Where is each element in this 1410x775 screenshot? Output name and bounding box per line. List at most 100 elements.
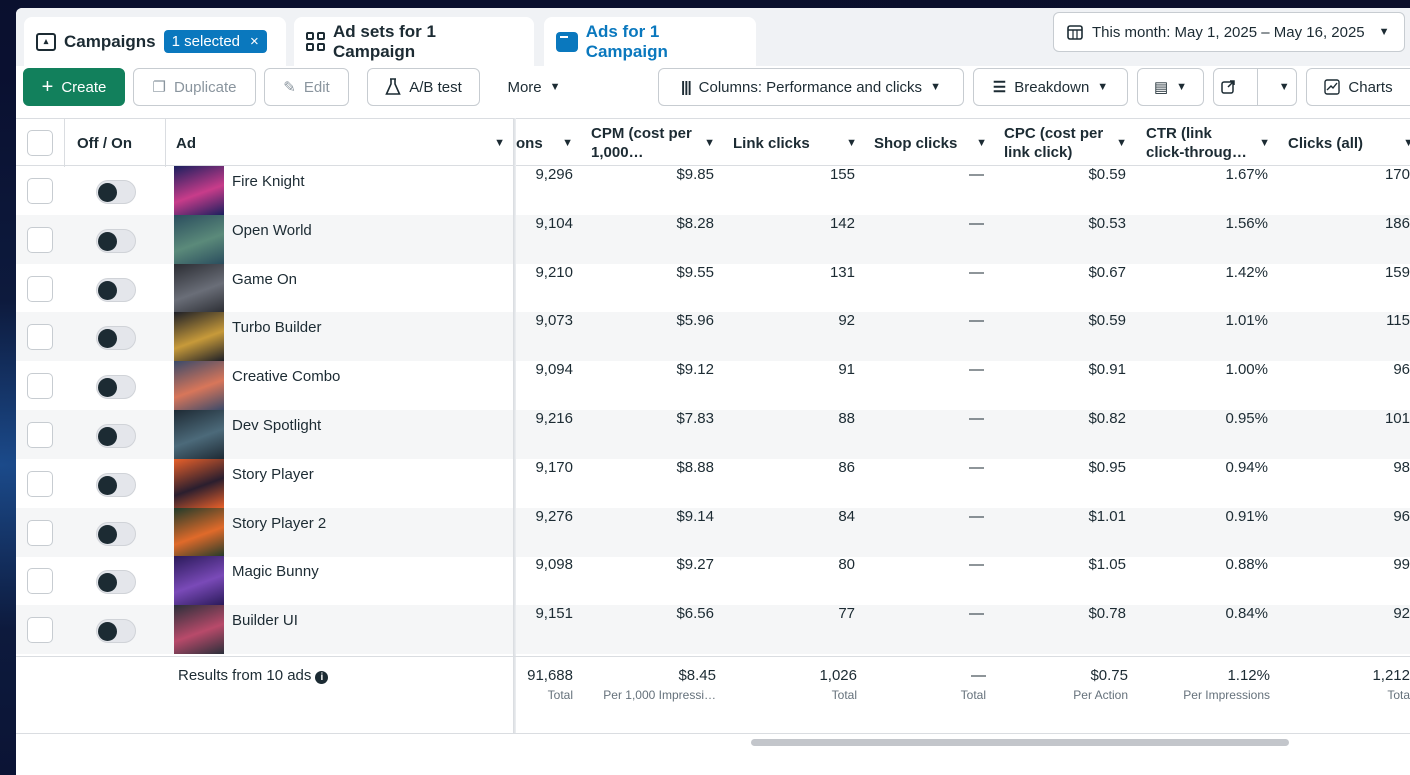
ad-thumbnail[interactable]: [174, 605, 224, 655]
scrollbar-thumb[interactable]: [751, 739, 1289, 746]
header-offon-label: Off / On: [77, 134, 132, 152]
cell-clicks-all: 101: [1384, 410, 1410, 427]
level-tabs-bar: ▴ Campaigns 1 selected × Ad sets for 1 C…: [16, 8, 1410, 66]
ad-name[interactable]: Story Player 2: [232, 515, 326, 532]
horizontal-scrollbar[interactable]: [16, 733, 1410, 775]
more-button[interactable]: More ▼: [492, 68, 576, 106]
ad-name[interactable]: Builder UI: [232, 612, 298, 629]
ad-thumbnail[interactable]: [174, 410, 224, 459]
cell-cpm: $8.28: [676, 214, 714, 232]
row-checkbox[interactable]: [27, 470, 53, 497]
frozen-column-divider: [513, 118, 516, 733]
ad-thumbnail[interactable]: [174, 507, 224, 557]
breakdown-button[interactable]: ☰ Breakdown ▼: [973, 68, 1128, 106]
columns-button[interactable]: ||| Columns: Performance and clicks ▼: [658, 68, 964, 106]
row-checkbox[interactable]: [27, 422, 53, 448]
cell-impressions: 9,276: [535, 507, 573, 525]
ad-thumbnail[interactable]: [174, 214, 224, 264]
row-checkbox[interactable]: [27, 324, 53, 351]
header-ad[interactable]: Ad ▼: [176, 119, 513, 167]
tab-adsets-label: Ad sets for 1 Campaign: [333, 21, 436, 61]
cell-clicks-all: 96: [1393, 361, 1410, 379]
cell-cpc: $0.59: [1088, 312, 1126, 330]
more-label: More: [507, 78, 542, 96]
ab-test-button[interactable]: A/B test: [367, 68, 480, 106]
ad-name[interactable]: Fire Knight: [232, 173, 305, 190]
ad-name[interactable]: Open World: [232, 222, 312, 239]
row-checkbox[interactable]: [27, 178, 53, 204]
date-range-picker[interactable]: This month: May 1, 2025 – May 16, 2025 ▼: [1053, 12, 1405, 52]
toggle-knob: [98, 622, 117, 642]
ad-name[interactable]: Magic Bunny: [232, 563, 319, 580]
reports-icon: ▤: [1153, 79, 1169, 96]
summary-label: Results from 10 ads i: [178, 667, 329, 684]
info-icon[interactable]: i: [315, 671, 329, 684]
row-checkbox[interactable]: [27, 568, 53, 595]
ad-thumbnail[interactable]: [174, 556, 224, 606]
ad-thumbnail[interactable]: [174, 361, 224, 411]
ad-name[interactable]: Game On: [232, 271, 297, 288]
ad-thumbnail[interactable]: [174, 263, 224, 313]
summary-link-clicks: 1,026: [819, 667, 857, 684]
duplicate-button[interactable]: ❐ Duplicate: [133, 68, 256, 106]
pencil-icon: ✎: [283, 79, 296, 96]
ad-thumbnail[interactable]: [174, 166, 224, 215]
tab-ads[interactable]: Ads for 1 Campaign: [544, 17, 756, 66]
header-offon[interactable]: Off / On: [77, 119, 167, 167]
create-button[interactable]: + Create: [23, 68, 125, 106]
cell-ctr: 1.67%: [1225, 166, 1268, 183]
row-checkbox[interactable]: [27, 226, 53, 253]
row-checkbox[interactable]: [27, 519, 53, 546]
ad-thumbnail[interactable]: [174, 312, 224, 362]
ad-toggle[interactable]: [96, 521, 136, 546]
ad-toggle[interactable]: [96, 180, 136, 204]
ad-thumbnail[interactable]: [174, 458, 224, 508]
cell-cpc: $0.67: [1088, 263, 1126, 281]
selected-badge[interactable]: 1 selected ×: [163, 30, 267, 53]
ad-toggle[interactable]: [96, 619, 136, 644]
summary-clicks-all-sub: Tota: [1387, 688, 1410, 702]
ad-toggle[interactable]: [96, 570, 136, 595]
flask-icon: [385, 78, 401, 95]
cell-link-clicks: 142: [829, 214, 855, 232]
cell-link-clicks: 86: [838, 458, 855, 476]
close-icon[interactable]: ×: [250, 33, 259, 50]
tab-campaigns[interactable]: ▴ Campaigns 1 selected ×: [24, 17, 286, 66]
tab-ads-label: Ads for 1 Campaign: [585, 21, 668, 61]
chart-icon: [1324, 79, 1341, 95]
selected-badge-label: 1 selected: [171, 33, 241, 50]
cell-link-clicks: 88: [838, 410, 855, 427]
charts-button[interactable]: Charts: [1306, 68, 1410, 106]
cell-link-clicks: 91: [838, 361, 855, 379]
table-row[interactable]: Builder UI 9,151 $6.56 77 — $0.78 0.84% 92: [16, 605, 1410, 655]
breakdown-label: Breakdown: [1014, 78, 1090, 96]
cell-ctr: 0.88%: [1225, 556, 1268, 574]
ad-toggle[interactable]: [96, 424, 136, 448]
cell-cpc: $1.05: [1088, 556, 1126, 574]
ad-toggle[interactable]: [96, 472, 136, 497]
reports-button[interactable]: ▤ ▼: [1137, 68, 1204, 106]
tab-adsets[interactable]: Ad sets for 1 Campaign: [294, 17, 534, 66]
ad-name[interactable]: Creative Combo: [232, 368, 340, 385]
cell-link-clicks: 84: [838, 507, 855, 525]
duplicate-label: Duplicate: [173, 78, 237, 96]
ad-name[interactable]: Dev Spotlight: [232, 417, 321, 434]
row-checkbox[interactable]: [27, 275, 53, 302]
ad-toggle[interactable]: [96, 228, 136, 253]
folder-icon: ▴: [36, 32, 56, 51]
row-checkbox[interactable]: [27, 373, 53, 400]
select-all-checkbox[interactable]: [27, 130, 53, 156]
cell-cpc: $0.95: [1088, 458, 1126, 476]
toggle-knob: [98, 280, 117, 300]
cell-impressions: 9,151: [535, 605, 573, 623]
summary-shop-clicks-sub: Total: [960, 688, 986, 702]
ad-toggle[interactable]: [96, 326, 136, 351]
row-checkbox[interactable]: [27, 617, 53, 644]
edit-button[interactable]: ✎ Edit: [264, 68, 349, 106]
cell-shop-clicks: —: [969, 361, 984, 379]
ad-name[interactable]: Story Player: [232, 466, 314, 483]
ad-toggle[interactable]: [96, 375, 136, 400]
ad-name[interactable]: Turbo Builder: [232, 319, 322, 336]
export-button[interactable]: ▼: [1213, 68, 1297, 106]
ad-toggle[interactable]: [96, 277, 136, 302]
